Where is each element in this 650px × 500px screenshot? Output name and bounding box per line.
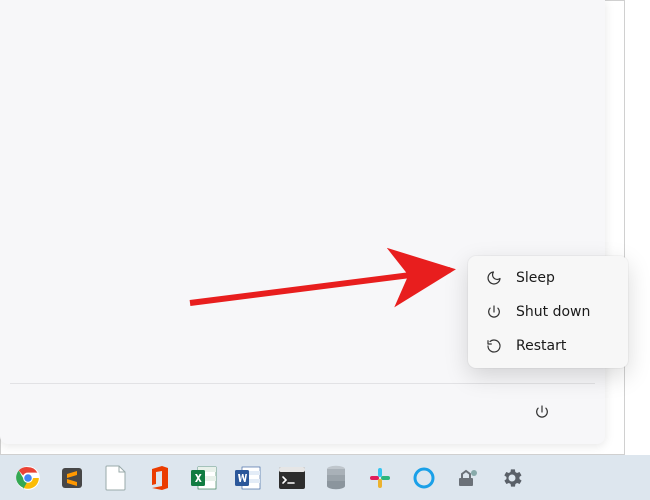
taskbar-icon-tool[interactable]: [446, 456, 490, 500]
power-menu-item-shutdown[interactable]: Shut down: [472, 295, 624, 329]
power-button[interactable]: [524, 394, 560, 430]
sublime-icon: [60, 466, 84, 490]
taskbar-icon-terminal[interactable]: [270, 456, 314, 500]
taskbar-icon-cortana[interactable]: [402, 456, 446, 500]
notepad-icon: [105, 465, 127, 491]
taskbar-icon-sublime[interactable]: [50, 456, 94, 500]
panel-divider: [10, 383, 595, 384]
restart-icon: [486, 338, 502, 354]
moon-icon: [486, 270, 502, 286]
start-menu-panel: [0, 0, 605, 444]
taskbar-icon-slack[interactable]: [358, 456, 402, 500]
power-menu-item-restart[interactable]: Restart: [472, 329, 624, 363]
taskbar-icon-database[interactable]: [314, 456, 358, 500]
taskbar-icon-chrome[interactable]: [6, 456, 50, 500]
tool-icon: [456, 466, 480, 490]
taskbar-icon-office[interactable]: [138, 456, 182, 500]
taskbar-icon-notepad[interactable]: [94, 456, 138, 500]
screenshot-root: Sleep Shut down Restart: [0, 0, 650, 500]
taskbar-icon-excel[interactable]: [182, 456, 226, 500]
terminal-icon: [279, 467, 305, 489]
taskbar-icon-word[interactable]: [226, 456, 270, 500]
database-icon: [325, 465, 347, 491]
cortana-icon: [412, 466, 436, 490]
taskbar: [0, 455, 650, 500]
power-menu-item-sleep[interactable]: Sleep: [472, 261, 624, 295]
power-menu: Sleep Shut down Restart: [468, 256, 628, 368]
power-icon: [486, 304, 502, 320]
excel-icon: [191, 466, 217, 490]
taskbar-icon-settings[interactable]: [490, 456, 534, 500]
word-icon: [235, 466, 261, 490]
power-menu-label: Shut down: [516, 304, 590, 320]
settings-icon: [500, 466, 524, 490]
power-menu-label: Restart: [516, 338, 566, 354]
slack-icon: [368, 466, 392, 490]
chrome-icon: [15, 465, 41, 491]
power-icon: [534, 404, 550, 420]
office-icon: [148, 465, 172, 491]
power-menu-label: Sleep: [516, 270, 555, 286]
